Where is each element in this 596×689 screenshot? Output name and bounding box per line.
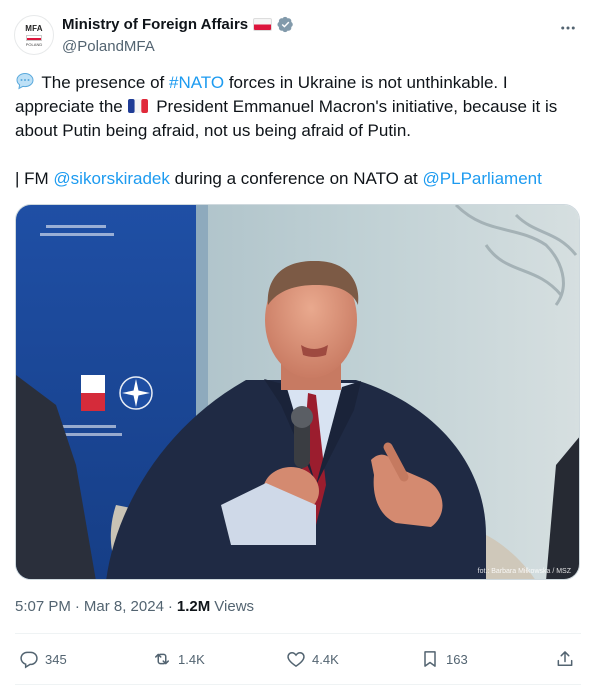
poland-flag-icon xyxy=(253,18,273,31)
views-label: Views xyxy=(214,598,255,615)
avatar-subtext: POLAND xyxy=(25,41,43,47)
more-options-button[interactable] xyxy=(558,18,578,38)
france-flag-emoji-icon xyxy=(128,99,149,113)
mention-plparliament-link[interactable]: @PLParliament xyxy=(423,169,542,188)
repost-icon xyxy=(155,653,169,665)
avatar[interactable]: MFA POLAND xyxy=(14,15,54,55)
more-dots-icon xyxy=(561,26,575,30)
tweet-card: MFA POLAND Ministry of Foreign Affairs @… xyxy=(0,0,596,689)
bookmark-icon xyxy=(424,651,436,667)
bookmark-button[interactable]: 163 xyxy=(420,649,468,669)
photo-illustration xyxy=(16,205,579,579)
like-button[interactable]: 4.4K xyxy=(286,649,339,669)
tweet-text-part: The presence of xyxy=(37,73,169,92)
avatar-logo-text: MFA xyxy=(25,23,43,33)
repost-button[interactable]: 1.4K xyxy=(152,649,205,669)
meta-separator: · xyxy=(74,598,80,615)
divider xyxy=(15,633,581,634)
verified-badge-icon[interactable] xyxy=(277,16,294,33)
reply-button[interactable]: 345 xyxy=(19,649,67,669)
mention-sikorskiradek-link[interactable]: @sikorskiradek xyxy=(53,169,169,188)
share-icon xyxy=(557,651,573,666)
heart-icon xyxy=(287,651,305,667)
tweet-text-part: during a conference on NATO at xyxy=(169,169,423,188)
author-handle[interactable]: @PolandMFA xyxy=(62,38,155,55)
hashtag-nato-link[interactable]: #NATO xyxy=(169,73,224,92)
display-name[interactable]: Ministry of Foreign Affairs xyxy=(62,16,248,33)
divider xyxy=(15,684,581,685)
bookmark-count: 163 xyxy=(446,651,468,667)
tweet-photo[interactable]: fot.: Barbara Miłkowska / MSZ xyxy=(15,204,580,580)
action-bar: 345 1.4K 4.4K 163 xyxy=(15,646,581,672)
photo-credit: fot.: Barbara Miłkowska / MSZ xyxy=(477,568,571,575)
reply-icon xyxy=(20,651,38,669)
tweet-meta: 5:07 PM · Mar 8, 2024 · 1.2M Views xyxy=(15,598,254,615)
repost-count: 1.4K xyxy=(178,651,205,667)
tweet-text-part: | FM xyxy=(15,169,54,188)
speech-bubble-emoji-icon xyxy=(16,72,34,90)
views-count: 1.2M xyxy=(176,598,211,615)
author-name-row: Ministry of Foreign Affairs xyxy=(62,16,294,33)
tweet-text: The presence of #NATO forces in Ukraine … xyxy=(15,71,581,191)
share-button[interactable] xyxy=(555,649,575,669)
tweet-time[interactable]: 5:07 PM xyxy=(15,598,71,615)
meta-separator: · xyxy=(167,598,173,615)
avatar-flag-bar xyxy=(26,34,42,41)
reply-count: 345 xyxy=(45,651,67,667)
tweet-date[interactable]: Mar 8, 2024 xyxy=(84,598,164,615)
like-count: 4.4K xyxy=(312,651,339,667)
